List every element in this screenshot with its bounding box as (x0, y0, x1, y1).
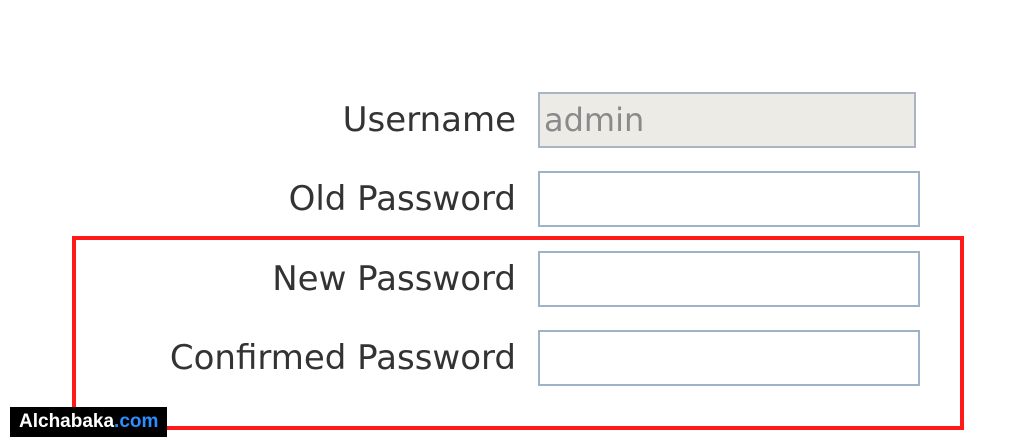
confirmed-password-label: Confirmed Password (169, 338, 516, 378)
new-password-label: New Password (272, 259, 516, 299)
old-password-row: Old Password (0, 171, 1024, 227)
watermark-tld: .com (114, 411, 159, 432)
watermark-name: Alchabaka (19, 411, 115, 432)
username-label: Username (342, 100, 516, 140)
old-password-label: Old Password (288, 179, 516, 219)
new-password-row: New Password (0, 251, 1024, 307)
confirmed-password-row: Confirmed Password (0, 330, 1024, 386)
old-password-field[interactable] (538, 171, 920, 227)
new-password-field[interactable] (538, 251, 920, 307)
username-field (538, 92, 916, 148)
confirmed-password-field[interactable] (538, 330, 920, 386)
watermark-logo: Alchabaka.com (10, 407, 168, 437)
password-change-form: Username Old Password New Password Confi… (0, 0, 1024, 448)
username-row: Username (0, 92, 1024, 148)
